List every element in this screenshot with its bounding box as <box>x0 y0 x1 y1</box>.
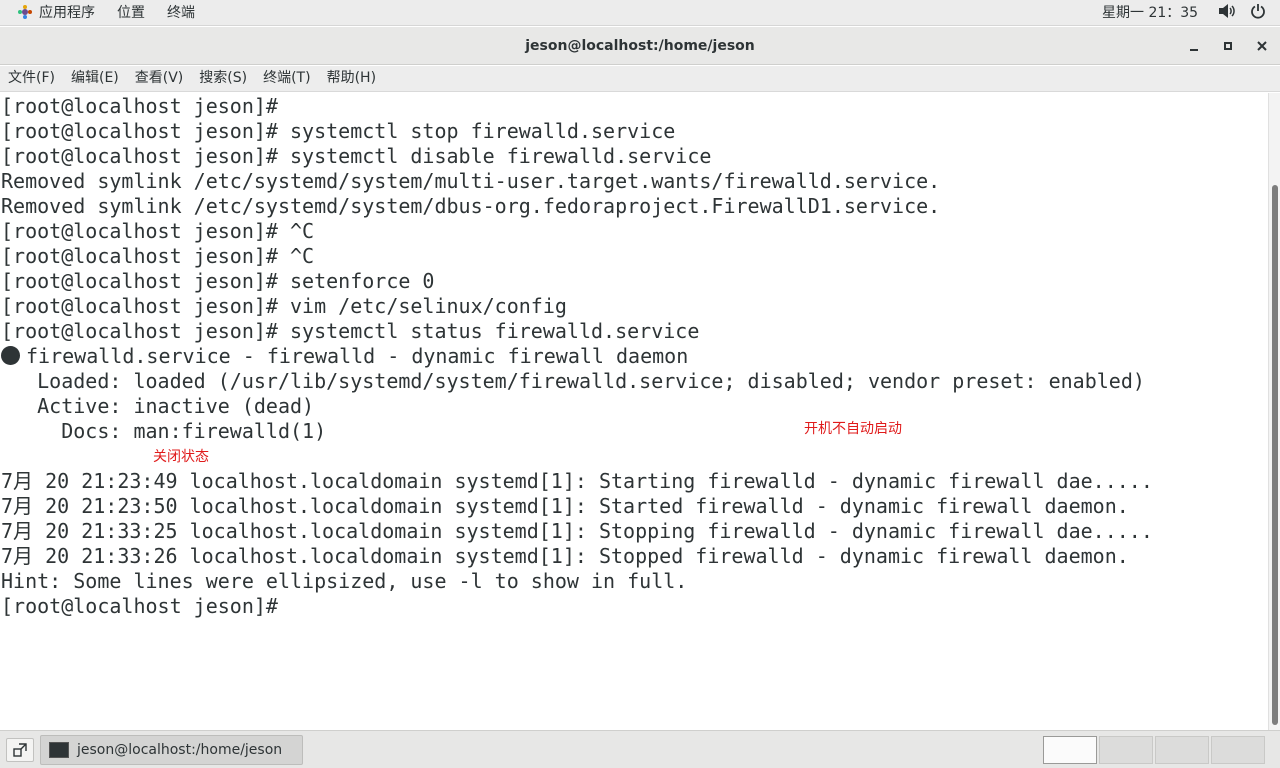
terminal-app-menu[interactable]: 终端 <box>156 0 206 26</box>
scrollbar-thumb[interactable] <box>1272 185 1278 725</box>
top-panel: 应用程序 位置 终端 星期一 21：35 <box>0 0 1280 26</box>
terminal-line: [root@localhost jeson]# systemctl disabl… <box>1 144 712 168</box>
terminal-line: [root@localhost jeson]# <box>1 594 278 618</box>
terminal-line: 7月 20 21:33:26 localhost.localdomain sys… <box>1 544 1129 568</box>
window-titlebar[interactable]: jeson@localhost:/home/jeson <box>0 27 1280 65</box>
terminal-line: 7月 20 21:23:50 localhost.localdomain sys… <box>1 494 1129 518</box>
menu-view[interactable]: 查看(V) <box>129 66 190 92</box>
terminal-line: firewalld.service - firewalld - dynamic … <box>26 344 689 368</box>
terminal-line: Removed symlink /etc/systemd/system/mult… <box>1 169 941 193</box>
volume-icon[interactable] <box>1218 3 1236 23</box>
annotation-boot: 开机不自动启动 <box>804 421 902 437</box>
applications-label: 应用程序 <box>39 5 95 21</box>
close-icon <box>1257 41 1267 51</box>
terminal-line: [root@localhost jeson]# systemctl status… <box>1 319 700 343</box>
terminal-line: 7月 20 21:33:25 localhost.localdomain sys… <box>1 519 1153 543</box>
window-title: jeson@localhost:/home/jeson <box>525 38 755 54</box>
menu-help[interactable]: 帮助(H) <box>321 66 382 92</box>
show-desktop-button[interactable] <box>6 738 34 762</box>
clock[interactable]: 星期一 21：35 <box>1102 0 1198 26</box>
close-button[interactable] <box>1253 37 1271 55</box>
menu-search[interactable]: 搜索(S) <box>193 66 253 92</box>
status-dot-icon <box>1 346 20 365</box>
taskbar: jeson@localhost:/home/jeson <box>0 730 1280 768</box>
terminal-status-line: firewalld.service - firewalld - dynamic … <box>1 344 688 369</box>
terminal-line: Loaded: loaded (/usr/lib/systemd/system/… <box>1 369 1145 393</box>
terminal-line: Docs: man:firewalld(1) <box>1 419 327 443</box>
terminal-scrollbar[interactable] <box>1268 93 1280 730</box>
menu-edit[interactable]: 编辑(E) <box>65 66 125 92</box>
applications-icon <box>18 5 32 19</box>
terminal-line: [root@localhost jeson]# ^C <box>1 244 315 268</box>
menu-terminal[interactable]: 终端(T) <box>257 66 316 92</box>
workspace-4[interactable] <box>1211 736 1265 764</box>
terminal-line: [root@localhost jeson]# setenforce 0 <box>1 269 435 293</box>
menubar: 文件(F) 编辑(E) 查看(V) 搜索(S) 终端(T) 帮助(H) <box>0 66 1280 92</box>
terminal-line: 7月 20 21:23:49 localhost.localdomain sys… <box>1 469 1153 493</box>
minimize-icon <box>1190 49 1198 51</box>
terminal-icon <box>49 742 69 758</box>
terminal-line: Removed symlink /etc/systemd/system/dbus… <box>1 194 941 218</box>
terminal-view[interactable]: [root@localhost jeson]# [root@localhost … <box>0 93 1268 730</box>
terminal-line: [root@localhost jeson]# vim /etc/selinux… <box>1 294 567 318</box>
show-desktop-icon <box>13 743 27 757</box>
taskbar-window-label: jeson@localhost:/home/jeson <box>77 742 283 758</box>
terminal-line: Hint: Some lines were ellipsized, use -l… <box>1 569 688 593</box>
workspace-1[interactable] <box>1043 736 1097 764</box>
terminal-line: [root@localhost jeson]# systemctl stop f… <box>1 119 676 143</box>
workspace-2[interactable] <box>1099 736 1153 764</box>
maximize-button[interactable] <box>1219 37 1237 55</box>
power-icon[interactable] <box>1250 3 1266 23</box>
workspace-3[interactable] <box>1155 736 1209 764</box>
terminal-line: [root@localhost jeson]# ^C <box>1 219 315 243</box>
terminal-line: [root@localhost jeson]# <box>1 94 278 118</box>
maximize-icon <box>1224 42 1232 50</box>
taskbar-window-button[interactable]: jeson@localhost:/home/jeson <box>40 735 303 765</box>
places-menu[interactable]: 位置 <box>106 0 156 26</box>
applications-menu[interactable]: 应用程序 <box>6 0 106 26</box>
menu-file[interactable]: 文件(F) <box>2 66 61 92</box>
terminal-line: Active: inactive (dead) <box>1 394 315 418</box>
minimize-button[interactable] <box>1185 37 1203 55</box>
annotation-status: 关闭状态 <box>153 449 209 465</box>
